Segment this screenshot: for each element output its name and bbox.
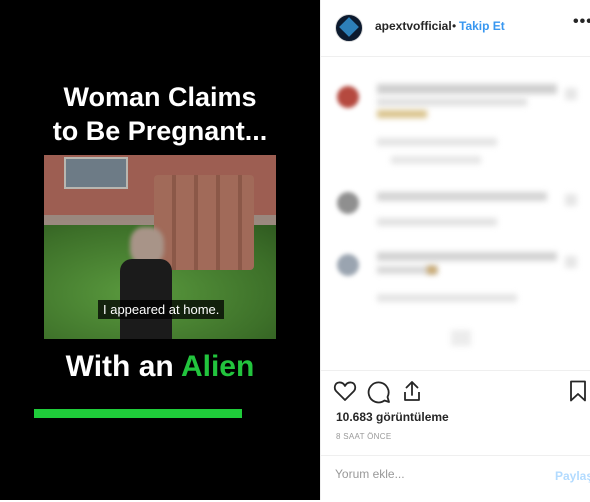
comment-like-blur [565,256,577,268]
comment-text-blur [377,98,527,106]
headline-line2: to Be Pregnant... [52,116,268,146]
view-count: 10.683 görüntüleme [336,410,449,424]
video-headline-top: Woman Claims to Be Pregnant... [0,80,320,148]
comment-avatar [337,192,359,214]
post-media[interactable]: Woman Claims to Be Pregnant... I appeare… [0,0,320,500]
follow-button[interactable]: Takip Et [459,19,505,33]
comment-icon[interactable] [367,380,391,409]
headline-bottom-prefix: With an [65,350,181,383]
heart-icon[interactable] [333,380,357,407]
comment-like-blur [565,88,577,100]
comment-text-blur [377,218,497,226]
comment-like-blur [565,194,577,206]
post-sidebar: apextvofficial • Takip Et ••• [320,0,590,500]
comment-text-blur [377,192,547,201]
share-icon[interactable] [401,379,423,408]
comment-text-blur [427,266,437,274]
comment-text-blur [377,252,557,261]
post-actions: 10.683 görüntüleme 8 SAAT ÖNCE Paylaş [321,370,590,501]
headline-line1: Woman Claims [63,82,257,112]
green-bar [34,409,242,418]
comment-text-blur [377,84,557,94]
comment-text-blur [377,110,427,118]
comment-input[interactable] [333,466,537,482]
video-tank [154,175,254,270]
comment-text-blur [391,156,481,164]
comment-text-blur [377,294,517,302]
comment-avatar [337,254,359,276]
comment-text-blur [377,138,497,146]
username-link[interactable]: apextvofficial [375,19,452,33]
comment-text-blur [451,330,471,346]
post-header: apextvofficial • Takip Et ••• [321,0,590,57]
video-headline-bottom: With an Alien [0,350,320,384]
comment-avatar [337,86,359,108]
avatar[interactable] [335,14,363,42]
video-frame[interactable]: I appeared at home. [44,155,276,339]
more-horizontal-icon[interactable]: ••• [573,13,590,31]
post-timestamp[interactable]: 8 SAAT ÖNCE [336,432,391,441]
post-comment-button[interactable]: Paylaş [555,469,590,483]
comment-bar: Paylaş [321,455,590,502]
separator-dot: • [452,19,457,33]
video-person-body [120,259,172,339]
video-caption: I appeared at home. [98,300,225,319]
bookmark-icon[interactable] [569,380,587,407]
headline-bottom-highlight: Alien [180,350,255,383]
